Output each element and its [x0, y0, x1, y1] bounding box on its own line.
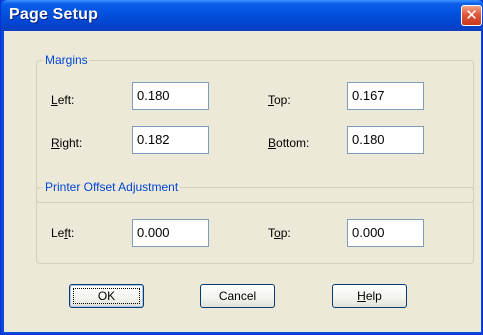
focus-rect	[73, 288, 140, 304]
dialog-body: Margins Left: 0.180 Top: 0.167 Right: 0.…	[4, 31, 481, 332]
title-bar[interactable]: Page Setup ✕	[1, 0, 483, 31]
window-title: Page Setup	[9, 6, 99, 23]
margin-left-label: Left:	[51, 93, 75, 107]
help-button-label: Help	[357, 289, 382, 303]
margin-bottom-field[interactable]: 0.180	[347, 126, 424, 154]
margin-top-field[interactable]: 0.167	[347, 82, 424, 110]
offset-top-field[interactable]: 0.000	[347, 219, 424, 247]
margin-right-label: Right:	[51, 136, 83, 150]
close-icon: ✕	[465, 6, 478, 24]
offset-left-field[interactable]: 0.000	[132, 219, 209, 247]
margin-right-field[interactable]: 0.182	[132, 126, 209, 154]
help-button[interactable]: Help	[332, 284, 407, 308]
offset-top-label: Top:	[268, 226, 291, 240]
margin-top-label: Top:	[268, 93, 291, 107]
page-setup-dialog: Page Setup ✕ Margins Left: 0.180 Top: 0.…	[0, 0, 483, 335]
cancel-button[interactable]: Cancel	[200, 284, 275, 308]
printer-offset-legend: Printer Offset Adjustment	[43, 180, 181, 194]
ok-button[interactable]: OK	[69, 284, 144, 308]
margin-left-field[interactable]: 0.180	[132, 82, 209, 110]
cancel-button-label: Cancel	[218, 289, 257, 303]
margins-legend: Margins	[43, 53, 90, 67]
margin-bottom-label: Bottom:	[268, 136, 310, 150]
offset-left-label: Left:	[51, 226, 75, 240]
close-button[interactable]: ✕	[461, 5, 482, 26]
